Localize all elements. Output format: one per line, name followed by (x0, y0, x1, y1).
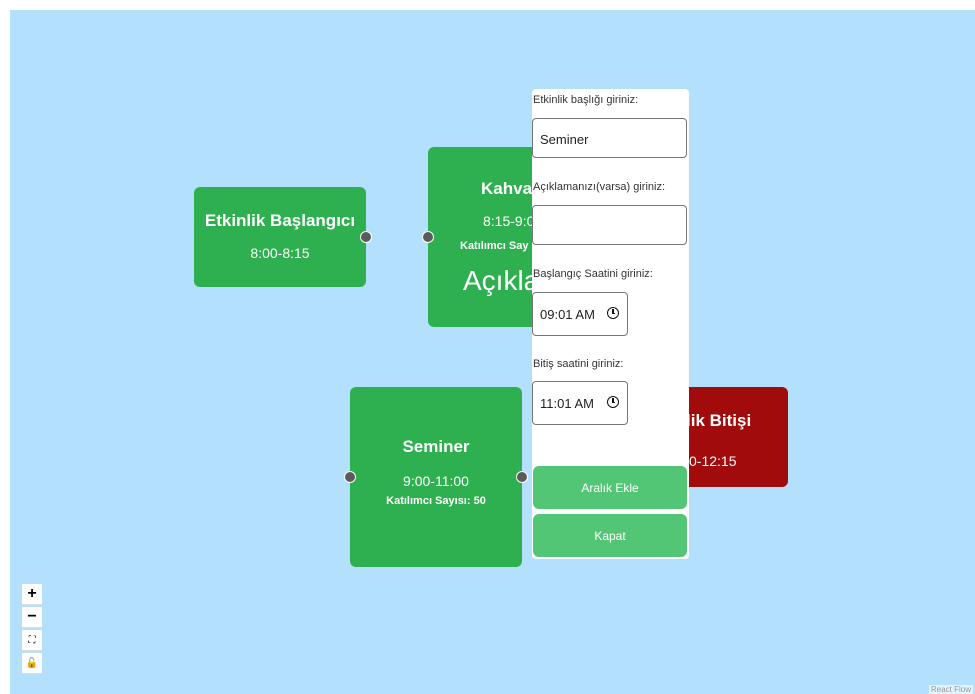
node-title: Kahva (481, 179, 533, 198)
node-coffee[interactable]: Kahva 8:15-9:0 Katılımcı Say Açıkla (428, 147, 548, 327)
node-coffee-target-handle[interactable] (422, 231, 434, 243)
node-time: 8:00-8:15 (250, 245, 310, 261)
end-time-label: Bitiş saatini giriniz: (533, 358, 624, 370)
start-time-input[interactable]: 09:01 AM (532, 292, 628, 336)
title-input[interactable]: Seminer (532, 118, 687, 158)
node-description: Açıkla (463, 265, 540, 296)
node-participants: Katılımcı Sayısı: 50 (386, 495, 486, 507)
lock-button[interactable]: 🔓 (22, 653, 42, 674)
start-time-value: 09:01 AM (540, 307, 595, 322)
node-seminar-source-handle[interactable] (516, 471, 528, 483)
description-input[interactable] (532, 205, 687, 245)
node-seminar-target-handle[interactable] (344, 471, 356, 483)
node-time: 8:15-9:0 (483, 213, 535, 229)
add-interval-button[interactable]: Aralık Ekle (533, 466, 687, 509)
node-time: 9:00-11:00 (403, 473, 469, 489)
node-title: Etkinlik Başlangıcı (204, 211, 356, 230)
end-time-input[interactable]: 11:01 AM (532, 381, 628, 425)
node-seminar[interactable]: Seminer 9:00-11:00 Katılımcı Sayısı: 50 (350, 387, 522, 567)
zoom-out-button[interactable]: − (22, 607, 42, 628)
attribution-link[interactable]: React Flow (928, 685, 973, 694)
clock-icon[interactable] (607, 307, 619, 319)
title-label: Etkinlik başlığı giriniz: (533, 94, 639, 106)
fit-view-button[interactable]: ⛶ (22, 630, 42, 651)
description-label: Açıklamanızı(varsa) giriniz: (533, 181, 666, 193)
end-time-value: 11:01 AM (540, 396, 594, 411)
event-form-panel: Etkinlik başlığı giriniz: Seminer Açıkla… (532, 89, 689, 559)
node-start-source-handle[interactable] (360, 231, 372, 243)
flow-canvas[interactable]: Etkinlik Başlangıcı 8:00-8:15 Kahva 8:15… (10, 10, 975, 694)
close-button[interactable]: Kapat (533, 514, 687, 557)
node-participants: Katılımcı Say (460, 240, 529, 252)
node-title: lik Bitişi (686, 411, 752, 430)
clock-icon[interactable] (607, 396, 619, 408)
start-time-label: Başlangıç Saatini giriniz: (533, 268, 653, 280)
node-event-start[interactable]: Etkinlik Başlangıcı 8:00-8:15 (194, 187, 366, 287)
node-title: Seminer (402, 437, 470, 456)
node-time: 0-12:15 (689, 453, 737, 469)
zoom-in-button[interactable]: + (22, 584, 42, 605)
